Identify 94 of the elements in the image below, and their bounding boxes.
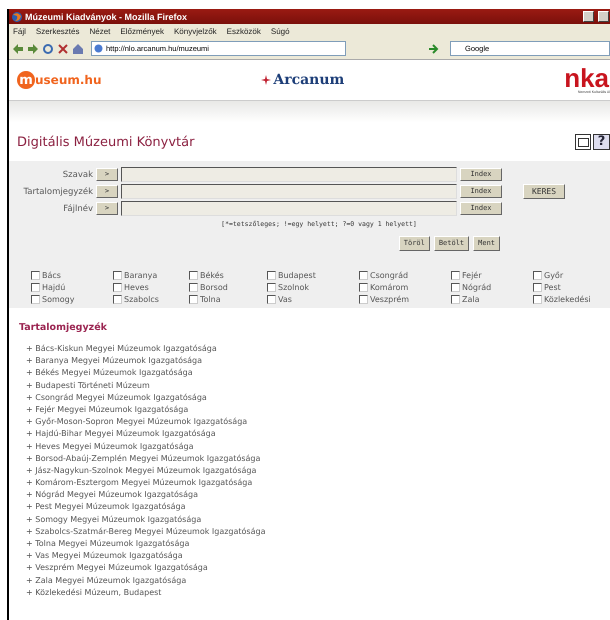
checkbox-label: Hajdú	[42, 283, 66, 292]
tree-item[interactable]: + Szabolcs-Szatmár-Bereg Megyei Múzeumok Igazgatósága	[26, 526, 610, 538]
field-label: Fájlnév	[62, 204, 93, 214]
tree-item[interactable]: + Vas Megyei Múzeumok Igazgatósága	[26, 550, 610, 562]
checkbox[interactable]	[113, 271, 122, 280]
tree-item[interactable]: + Baranya Megyei Múzeumok Igazgatósága	[26, 355, 610, 368]
checkbox-label: Pest	[544, 283, 561, 292]
checkbox[interactable]	[31, 283, 40, 292]
menu-item[interactable]: Nézet	[89, 26, 110, 36]
checkbox[interactable]	[451, 271, 460, 280]
checkbox[interactable]	[113, 295, 122, 304]
tree-item[interactable]: + Csongrád Megyei Múzeumok Igazgatósága	[26, 392, 610, 404]
checkbox-label: Vas	[278, 295, 292, 304]
checkbox-label: Szabolcs	[124, 295, 159, 304]
minimize-button[interactable]	[583, 11, 594, 22]
tree-item[interactable]: + Heves Megyei Múzeumok Igazgatósága	[26, 440, 610, 453]
checkbox-label: Közlekedési	[544, 295, 591, 304]
go-icon[interactable]	[427, 42, 439, 54]
checkbox-label: Heves	[124, 283, 149, 292]
checkbox-label: Csongrád	[370, 271, 408, 280]
checkbox[interactable]	[451, 295, 460, 304]
input-field[interactable]	[121, 167, 457, 182]
checkbox-label: Bács	[42, 271, 61, 280]
tree-item[interactable]: + Somogy Megyei Múzeumok Igazgatósága	[26, 514, 610, 526]
menu-item[interactable]: Előzmények	[120, 26, 164, 36]
checkbox-label: Zala	[462, 295, 480, 304]
search-button[interactable]: KERES	[523, 184, 565, 199]
tree-item[interactable]: + Hajdú-Bihar Megyei Múzeumok Igazgatósága	[26, 428, 610, 440]
window-button[interactable]	[575, 134, 591, 150]
checkbox-label: Nógrád	[462, 283, 492, 292]
tree-item[interactable]: + Nógrád Megyei Múzeumok Igazgatósága	[26, 489, 610, 502]
tree-item[interactable]: + Közlekedési Múzeum, Budapest	[26, 586, 610, 599]
input-field[interactable]	[121, 201, 457, 216]
menu-item[interactable]: Szerkesztés	[36, 26, 80, 36]
home-icon[interactable]	[72, 42, 84, 54]
tree-item[interactable]: + Jász-Nagykun-Szolnok Megyei Múzeumok Igazgatósága	[26, 464, 610, 478]
input-field[interactable]	[121, 184, 457, 199]
field-label: Tartalomjegyzék	[22, 186, 93, 196]
field-label: Szavak	[62, 170, 93, 180]
logo-text: Arcanum	[273, 72, 344, 88]
checkbox[interactable]	[267, 283, 276, 292]
tree-item[interactable]: + Komárom-Esztergom Megyei Múzeumok Igazgatósága	[26, 477, 610, 490]
tree-item[interactable]: + Tolna Megyei Múzeumok Igazgatósága	[26, 538, 610, 550]
checkbox-label: Veszprém	[370, 295, 410, 304]
checkbox[interactable]	[359, 295, 368, 304]
checkbox[interactable]	[267, 295, 276, 304]
tree-item[interactable]: + Veszprém Megyei Múzeumok Igazgatósága	[26, 562, 610, 575]
page-title: Digitális Múzeumi Könyvtár	[17, 134, 194, 150]
tree-item[interactable]: + Fejér Megyei Múzeumok Igazgatósága	[26, 404, 610, 416]
checkbox[interactable]	[359, 271, 368, 280]
back-icon[interactable]	[12, 42, 24, 54]
menu-item[interactable]: Fájl	[13, 26, 26, 36]
checkbox-label: Komárom	[370, 283, 408, 292]
menu-item[interactable]: Eszközök	[226, 26, 261, 36]
forward-icon[interactable]	[27, 42, 39, 54]
checkbox-label: Békés	[200, 271, 224, 280]
tree-item[interactable]: + Zala Megyei Múzeumok Igazgatósága	[26, 574, 610, 587]
menu-item[interactable]: Súgó	[270, 26, 290, 36]
logo-text: nka	[564, 66, 610, 90]
checkbox[interactable]	[533, 283, 542, 292]
help-button[interactable]: ?	[593, 134, 610, 150]
tree-item[interactable]: + Győr-Moson-Sopron Megyei Múzeumok Igazgatósága	[26, 416, 610, 428]
checkbox[interactable]	[359, 283, 368, 292]
checkbox[interactable]	[267, 271, 276, 280]
checkbox[interactable]	[189, 295, 198, 304]
checkbox[interactable]	[533, 295, 542, 304]
checkbox-label: Szolnok	[278, 283, 309, 292]
checkbox[interactable]	[451, 283, 460, 292]
checkbox[interactable]	[31, 271, 40, 280]
section-heading: Tartalomjegyzék	[19, 322, 108, 333]
stop-icon[interactable]	[57, 42, 69, 54]
tree-item[interactable]: + Békés Megyei Múzeumok Igazgatósága	[26, 367, 610, 380]
checkbox-label: Fejér	[462, 271, 482, 280]
checkbox[interactable]	[533, 271, 542, 280]
checkbox[interactable]	[113, 283, 122, 292]
checkbox[interactable]	[189, 271, 198, 280]
checkbox-label: Borsod	[200, 283, 228, 292]
menu-item[interactable]: Könyvjelzők	[174, 26, 217, 36]
maximize-button[interactable]	[598, 11, 609, 22]
tree-item[interactable]: + Pest Megyei Múzeumok Igazgatósága	[26, 501, 610, 514]
checkbox-label: Tolna	[200, 295, 221, 304]
checkbox[interactable]	[31, 295, 40, 304]
logo-mark: m	[17, 71, 35, 89]
checkbox[interactable]	[189, 283, 198, 292]
window-title: Múzeumi Kiadványok - Mozilla Firefox	[25, 12, 188, 22]
checkbox-label: Baranya	[124, 271, 158, 280]
logo-text: useum.hu	[35, 73, 102, 87]
tree-item[interactable]: + Bács-Kiskun Megyei Múzeumok Igazgatósága	[26, 343, 610, 356]
checkbox-label: Győr	[544, 271, 564, 280]
tree-item[interactable]: + Borsod-Abaúj-Zemplén Megyei Múzeumok Igazgatósága	[26, 452, 610, 465]
star-icon	[261, 75, 272, 85]
checkbox-label: Somogy	[42, 295, 74, 304]
checkbox-label: Budapest	[278, 271, 316, 280]
tree-item[interactable]: + Budapesti Történeti Múzeum	[26, 380, 610, 392]
